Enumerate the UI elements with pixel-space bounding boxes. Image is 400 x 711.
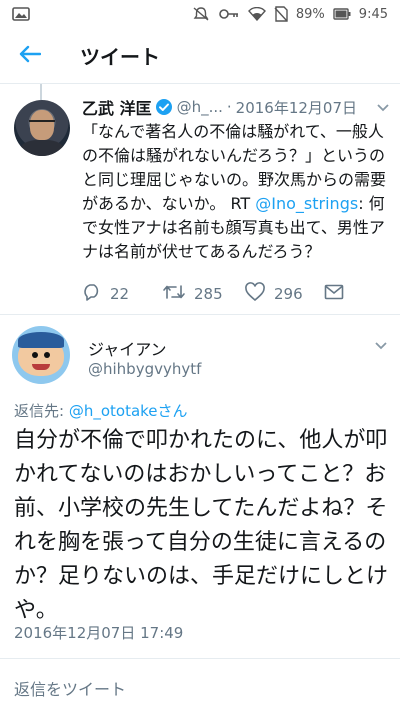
verified-badge-icon <box>155 98 173 116</box>
reply-button[interactable]: 22 <box>82 283 162 305</box>
wifi-icon <box>247 7 266 21</box>
parent-tweet-header: 乙武 洋匡 @h_... · 2016年12月07日 <box>82 96 390 118</box>
replying-to-mention-link[interactable]: @h_ototakeさん <box>69 402 188 420</box>
reply-count: 22 <box>110 285 130 303</box>
separator-dot: · <box>226 98 232 116</box>
like-count: 296 <box>274 285 303 303</box>
main-tweet-menu-chevron-icon[interactable] <box>374 336 388 355</box>
page-title: ツイート <box>80 45 160 69</box>
envelope-icon <box>324 284 344 304</box>
like-button[interactable]: 296 <box>244 282 324 306</box>
direct-message-button[interactable] <box>324 284 364 304</box>
retweet-count: 285 <box>194 285 223 303</box>
retweet-icon <box>162 283 186 305</box>
app-bar: ツイート <box>0 28 400 84</box>
key-icon <box>218 7 240 21</box>
parent-tweet-date: 2016年12月07日 <box>235 98 358 117</box>
main-tweet-timestamp: 2016年12月07日 17:49 <box>14 624 184 642</box>
clock: 9:45 <box>358 6 388 22</box>
parent-tweet[interactable]: 乙武 洋匡 @h_... · 2016年12月07日 「なんで著名人の不倫は騒が… <box>0 96 400 314</box>
no-sim-icon <box>274 6 288 22</box>
parent-author-handle[interactable]: @h_... <box>177 98 223 116</box>
back-arrow-icon <box>19 45 42 67</box>
parent-tweet-mention-link[interactable]: @Ino_strings <box>255 194 358 213</box>
reply-input[interactable]: 返信をツイート <box>14 676 126 700</box>
back-button[interactable] <box>0 28 60 84</box>
main-avatar[interactable] <box>12 326 70 384</box>
parent-author-name[interactable]: 乙武 洋匡 <box>82 96 152 118</box>
divider <box>0 658 400 659</box>
replying-to-label: 返信先: <box>14 402 69 420</box>
parent-tweet-menu-chevron-icon[interactable] <box>376 98 390 117</box>
main-author-handle[interactable]: @hihbygvyhytf <box>88 360 201 378</box>
parent-tweet-text: 「なんで著名人の不倫は騒がれて、一般人の不倫は騒がれないんだろう？」というのと同… <box>82 120 388 264</box>
reply-icon <box>82 283 102 305</box>
retweet-button[interactable]: 285 <box>162 283 244 305</box>
parent-avatar[interactable] <box>14 100 70 156</box>
parent-tweet-actions: 22 285 296 <box>82 282 382 306</box>
main-tweet-text: 自分が不倫で叩かれたのに、他人が叩かれてないのはおかしいってこと？お前、小学校の… <box>14 428 389 623</box>
image-icon <box>12 7 30 21</box>
battery-level: 89% <box>295 6 325 22</box>
divider <box>0 314 400 315</box>
battery-icon <box>333 8 351 20</box>
replying-to: 返信先: @h_ototakeさん <box>14 400 188 421</box>
mute-icon <box>192 6 210 22</box>
heart-icon <box>244 282 266 306</box>
status-bar: 89% 9:45 <box>0 0 400 28</box>
main-author-name[interactable]: ジャイアン <box>88 336 167 360</box>
